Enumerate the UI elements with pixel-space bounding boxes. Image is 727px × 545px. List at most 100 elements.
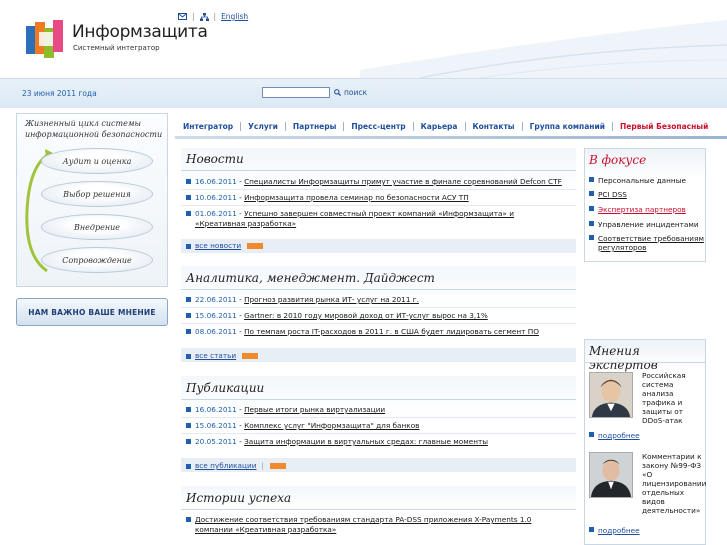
nav-item-services[interactable]: Услуги bbox=[241, 122, 286, 131]
article-item[interactable]: 08.06.2011 - По темпам роста IT-расходов… bbox=[186, 327, 539, 337]
success-title[interactable]: Истории успеха bbox=[186, 491, 291, 505]
publication-item[interactable]: 15.06.2011 - Комплекс услуг "Информзащит… bbox=[186, 421, 419, 431]
nav-item-integrator[interactable]: Интегратор bbox=[175, 122, 242, 131]
all-news-link[interactable]: все новости bbox=[195, 241, 241, 250]
nav-item-first-secure[interactable]: Первый Безопасный bbox=[613, 122, 715, 131]
focus-item[interactable]: Экспертиза партнеров bbox=[589, 205, 686, 214]
search-button[interactable]: поиск bbox=[334, 88, 367, 97]
article-link[interactable]: По темпам роста IT-расходов в 2011 г. в … bbox=[244, 327, 539, 337]
rss-icon[interactable] bbox=[242, 352, 259, 359]
top-links: | | English bbox=[178, 12, 248, 21]
news-link[interactable]: Специалисты Информзащиты примут участие … bbox=[244, 177, 562, 187]
logo-icon bbox=[26, 20, 63, 58]
english-link[interactable]: English bbox=[221, 12, 248, 21]
focus-link[interactable]: Соответствие требованиям регуляторов bbox=[598, 234, 704, 252]
article-link[interactable]: Gartner: в 2010 году мировой доход от ИТ… bbox=[244, 311, 488, 321]
bullet-icon bbox=[186, 179, 191, 184]
publication-link[interactable]: Защита информации в виртуальных средах: … bbox=[244, 437, 488, 447]
expert-quote[interactable]: Российская система анализа трафика и защ… bbox=[642, 371, 702, 425]
analytics-title[interactable]: Аналитика, менеджмент. Дайджест bbox=[186, 271, 435, 285]
expert-more-link[interactable]: подробнее bbox=[598, 431, 640, 440]
publications-more[interactable]: все публикации | bbox=[186, 461, 286, 470]
bullet-icon bbox=[589, 527, 594, 532]
focus-link[interactable]: Персональные данные bbox=[598, 176, 686, 185]
bullet-icon bbox=[589, 191, 594, 196]
article-item[interactable]: 22.06.2011 - Прогноз развития рынка ИТ- … bbox=[186, 295, 419, 305]
rss-icon[interactable] bbox=[247, 242, 264, 249]
divider bbox=[181, 417, 576, 418]
nav-item-contacts[interactable]: Контакты bbox=[466, 122, 523, 131]
publication-date: 15.06.2011 bbox=[195, 421, 237, 430]
expert-quote-text: Комментарии к закону №99-ФЗ «О лицензиро… bbox=[642, 452, 707, 515]
logo-title[interactable]: Информзащита bbox=[72, 22, 208, 42]
publication-item[interactable]: 20.05.2011 - Защита информации в виртуал… bbox=[186, 437, 488, 447]
main-nav: Интегратор Услуги Партнеры Пресс-центр К… bbox=[175, 118, 727, 135]
all-publications-link[interactable]: все публикации bbox=[195, 461, 256, 470]
bullet-icon bbox=[186, 439, 191, 444]
nav-item-press[interactable]: Пресс-центр bbox=[344, 122, 414, 131]
stage-selection[interactable]: Выбор решения bbox=[41, 181, 153, 207]
focus-item[interactable]: PCI DSS bbox=[589, 190, 627, 199]
publications-title[interactable]: Публикации bbox=[186, 381, 264, 395]
expert-quote[interactable]: Комментарии к закону №99-ФЗ «О лицензиро… bbox=[642, 452, 706, 515]
stage-implementation[interactable]: Внедрение bbox=[41, 214, 153, 240]
news-item[interactable]: 01.06.2011 - Успешно завершен совместный… bbox=[186, 209, 556, 229]
focus-item[interactable]: Персональные данные bbox=[589, 176, 686, 185]
news-date: 10.06.2011 bbox=[195, 193, 237, 202]
success-link[interactable]: Достижение соответствия требованиям стан… bbox=[195, 515, 566, 535]
news-date: 01.06.2011 bbox=[195, 209, 237, 218]
article-link[interactable]: Прогноз развития рынка ИТ- услуг на 2011… bbox=[244, 295, 419, 305]
focus-link[interactable]: PCI DSS bbox=[598, 190, 627, 199]
divider bbox=[181, 170, 576, 171]
publication-date: 16.06.2011 bbox=[195, 405, 237, 414]
divider bbox=[181, 399, 576, 400]
divider bbox=[181, 289, 576, 290]
news-link[interactable]: Информзащита провела семинар по безопасн… bbox=[244, 193, 469, 203]
publication-item[interactable]: 16.06.2011 - Первые итоги рынка виртуали… bbox=[186, 405, 385, 415]
publication-link[interactable]: Первые итоги рынка виртуализации bbox=[244, 405, 385, 415]
stage-support[interactable]: Сопровождение bbox=[41, 247, 153, 273]
focus-link[interactable]: Экспертиза партнеров bbox=[598, 205, 686, 214]
analytics-more[interactable]: все статьи bbox=[186, 351, 259, 360]
feedback-button[interactable]: НАМ ВАЖНО ВАШЕ МНЕНИЕ bbox=[16, 298, 168, 326]
lifecycle-panel[interactable]: Жизненный цикл системы информационной бе… bbox=[16, 113, 168, 287]
bullet-icon bbox=[589, 221, 594, 226]
header-decoration bbox=[360, 20, 727, 80]
divider bbox=[181, 323, 576, 324]
bullet-icon bbox=[589, 206, 594, 211]
lifecycle-title: Жизненный цикл системы информационной бе… bbox=[25, 119, 163, 139]
news-title[interactable]: Новости bbox=[186, 152, 244, 166]
rss-icon[interactable] bbox=[269, 462, 286, 469]
nav-item-group[interactable]: Группа компаний bbox=[523, 122, 613, 131]
expert-more[interactable]: подробнее bbox=[589, 526, 640, 535]
news-more[interactable]: все новости bbox=[186, 241, 264, 250]
sitemap-icon[interactable] bbox=[199, 12, 209, 21]
expert-more-link[interactable]: подробнее bbox=[598, 526, 640, 535]
news-item[interactable]: 10.06.2011 - Информзащита провела семина… bbox=[186, 193, 469, 203]
publication-link[interactable]: Комплекс услуг "Информзащита" для банков bbox=[244, 421, 419, 431]
expert-photo[interactable] bbox=[589, 372, 633, 418]
article-item[interactable]: 15.06.2011 - Gartner: в 2010 году мирово… bbox=[186, 311, 488, 321]
expert-photo[interactable] bbox=[589, 452, 633, 498]
mail-icon[interactable] bbox=[178, 13, 187, 20]
nav-item-partners[interactable]: Партнеры bbox=[286, 122, 345, 131]
all-articles-link[interactable]: все статьи bbox=[195, 351, 236, 360]
focus-link[interactable]: Управление инцидентами bbox=[598, 220, 699, 229]
bullet-icon bbox=[186, 407, 191, 412]
focus-item[interactable]: Управление инцидентами bbox=[589, 220, 699, 229]
nav-item-career[interactable]: Карьера bbox=[414, 122, 466, 131]
expert-more[interactable]: подробнее bbox=[589, 431, 640, 440]
stage-audit[interactable]: Аудит и оценка bbox=[41, 148, 153, 174]
search-input[interactable] bbox=[262, 87, 330, 98]
bullet-icon bbox=[186, 464, 191, 469]
bullet-icon bbox=[589, 177, 594, 182]
success-item[interactable]: Достижение соответствия требованиям стан… bbox=[186, 515, 566, 535]
focus-item[interactable]: Соответствие требованиям регуляторов bbox=[589, 234, 704, 252]
bullet-icon bbox=[186, 211, 191, 216]
divider bbox=[181, 205, 576, 206]
divider bbox=[181, 189, 576, 190]
bullet-icon bbox=[186, 329, 191, 334]
news-item[interactable]: 16.06.2011 - Специалисты Информзащиты пр… bbox=[186, 177, 562, 187]
bullet-icon bbox=[186, 195, 191, 200]
news-link[interactable]: Успешно завершен совместный проект компа… bbox=[195, 209, 514, 228]
